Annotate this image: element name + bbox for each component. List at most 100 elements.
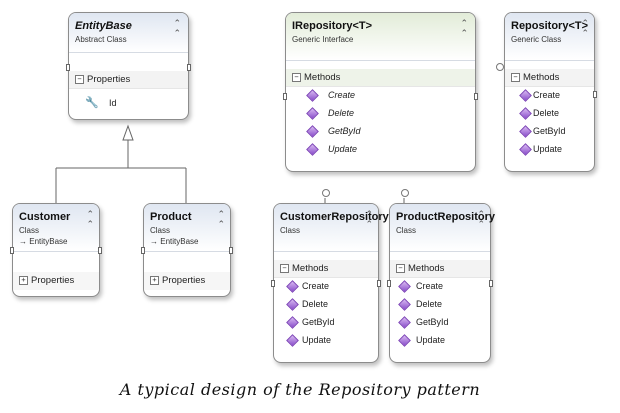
member-label: Update <box>302 335 332 345</box>
member-label: Create <box>533 90 561 100</box>
double-chevron-up-icon[interactable]: ⌃ ⌃ <box>173 19 181 39</box>
resize-grip-right[interactable] <box>187 64 191 71</box>
customer-repository-class[interactable]: CustomerRepository Class ⌃ ⌃ − Methods Cre… <box>271 189 389 363</box>
customer-repository-member[interactable]: Update <box>274 332 378 350</box>
product-repository-member[interactable]: GetById <box>390 314 490 332</box>
irepository-member[interactable]: Create <box>286 87 475 105</box>
irepository-kind: Generic Interface <box>292 35 354 44</box>
repository-member[interactable]: Create <box>505 87 594 105</box>
resize-grip-left[interactable] <box>66 64 70 71</box>
customer-repository-title: CustomerRepository <box>280 211 389 223</box>
product-repository-methods-section[interactable]: − Methods <box>390 260 490 278</box>
diagram-caption: A typical design of the Repository patte… <box>119 380 481 399</box>
resize-grip-left[interactable] <box>387 280 391 287</box>
resize-grip-right[interactable] <box>229 247 233 254</box>
method-diamond-icon <box>398 298 411 311</box>
double-chevron-up-icon[interactable]: ⌃ ⌃ <box>365 210 373 230</box>
method-diamond-icon <box>286 334 299 347</box>
method-diamond-icon <box>306 143 319 156</box>
method-diamond-icon <box>398 280 411 293</box>
method-diamond-icon <box>519 89 532 102</box>
entity-base-title: EntityBase <box>75 20 132 32</box>
member-label: GetById <box>302 317 335 327</box>
double-chevron-up-icon[interactable]: ⌃ ⌃ <box>477 210 485 230</box>
generalization-arrowhead <box>122 124 134 141</box>
method-diamond-icon <box>519 107 532 120</box>
resize-grip-right[interactable] <box>377 280 381 287</box>
minus-box-icon[interactable]: − <box>396 263 405 273</box>
customer-repository-kind: Class <box>280 226 301 235</box>
double-chevron-up-icon[interactable]: ⌃ ⌃ <box>581 19 589 39</box>
product-repository-member[interactable]: Create <box>390 278 490 296</box>
resize-grip-left[interactable] <box>141 247 145 254</box>
product-repository-class[interactable]: ProductRepository Class ⌃ ⌃ − Methods Crea… <box>387 189 495 363</box>
minus-box-icon[interactable]: − <box>280 263 289 273</box>
method-diamond-icon <box>286 298 299 311</box>
resize-grip-left[interactable] <box>283 93 287 100</box>
method-diamond-icon <box>286 316 299 329</box>
member-label: GetById <box>416 317 449 327</box>
resize-grip-left[interactable] <box>10 247 14 254</box>
customer-class[interactable]: Customer Class → EntityBase ⌃ ⌃ + Properti… <box>10 203 102 297</box>
member-label: Update <box>416 335 446 345</box>
customer-header: Customer Class → EntityBase ⌃ ⌃ <box>13 204 99 252</box>
member-label: GetById <box>328 126 361 136</box>
irepository-member[interactable]: Delete <box>286 105 475 123</box>
customer-kind: Class <box>19 226 40 235</box>
plus-box-icon[interactable]: + <box>19 275 28 285</box>
product-repository-header: ProductRepository Class ⌃ ⌃ <box>390 204 495 252</box>
product-repository-member[interactable]: Update <box>390 332 490 350</box>
minus-box-icon[interactable]: − <box>511 72 520 82</box>
section-label: Properties <box>162 275 206 286</box>
section-label: Properties <box>31 275 75 286</box>
repository-kind: Generic Class <box>511 35 562 44</box>
customer-repository-methods-section[interactable]: − Methods <box>274 260 378 278</box>
customer-repository-member[interactable]: Delete <box>274 296 378 314</box>
member-label: Delete <box>302 299 329 309</box>
customer-title: Customer <box>19 211 71 223</box>
repository-member[interactable]: Update <box>505 141 594 159</box>
repository-member[interactable]: GetById <box>505 123 594 141</box>
method-diamond-icon <box>398 334 411 347</box>
double-chevron-up-icon[interactable]: ⌃ ⌃ <box>217 210 225 230</box>
method-diamond-icon <box>398 316 411 329</box>
lollipop-icon <box>401 189 409 197</box>
method-diamond-icon <box>306 89 319 102</box>
irepository-member[interactable]: Update <box>286 141 475 159</box>
resize-grip-left[interactable] <box>271 280 275 287</box>
repository-generic-class[interactable]: Repository<T> Generic Class ⌃ ⌃ − Methods … <box>496 12 597 172</box>
plus-box-icon[interactable]: + <box>150 275 159 285</box>
repository-member[interactable]: Delete <box>505 105 594 123</box>
product-title: Product <box>150 211 192 223</box>
customer-repository-member[interactable]: Create <box>274 278 378 296</box>
resize-grip-right[interactable] <box>593 91 597 98</box>
lollipop-icon <box>322 189 330 197</box>
minus-box-icon[interactable]: − <box>292 72 301 82</box>
entity-base-member[interactable]: 🔧 Id <box>69 95 188 113</box>
wrench-icon: 🔧 <box>85 96 99 109</box>
product-properties-section[interactable]: + Properties <box>144 272 230 290</box>
customer-repository-member[interactable]: GetById <box>274 314 378 332</box>
section-label: Methods <box>292 263 329 274</box>
member-label: Create <box>328 90 356 100</box>
resize-grip-right[interactable] <box>489 280 493 287</box>
product-class[interactable]: Product Class → EntityBase ⌃ ⌃ + Propertie… <box>141 203 233 297</box>
entity-base-properties-section[interactable]: − Properties <box>69 71 188 89</box>
product-repository-member[interactable]: Delete <box>390 296 490 314</box>
member-label: Id <box>109 98 117 108</box>
minus-box-icon[interactable]: − <box>75 74 84 84</box>
entity-base-class[interactable]: EntityBase Abstract Class ⌃ ⌃ − Properties… <box>66 12 191 120</box>
resize-grip-right[interactable] <box>474 93 478 100</box>
repository-methods-section[interactable]: − Methods <box>505 69 594 87</box>
member-label: Update <box>533 144 563 154</box>
irepository-interface[interactable]: IRepository<T> Generic Interface ⌃ ⌃ − Met… <box>283 12 478 172</box>
section-label: Methods <box>304 72 341 83</box>
customer-properties-section[interactable]: + Properties <box>13 272 99 290</box>
member-label: Create <box>302 281 330 291</box>
product-header: Product Class → EntityBase ⌃ ⌃ <box>144 204 230 252</box>
irepository-methods-section[interactable]: − Methods <box>286 69 475 87</box>
irepository-member[interactable]: GetById <box>286 123 475 141</box>
double-chevron-up-icon[interactable]: ⌃ ⌃ <box>460 19 468 39</box>
resize-grip-right[interactable] <box>98 247 102 254</box>
double-chevron-up-icon[interactable]: ⌃ ⌃ <box>86 210 94 230</box>
